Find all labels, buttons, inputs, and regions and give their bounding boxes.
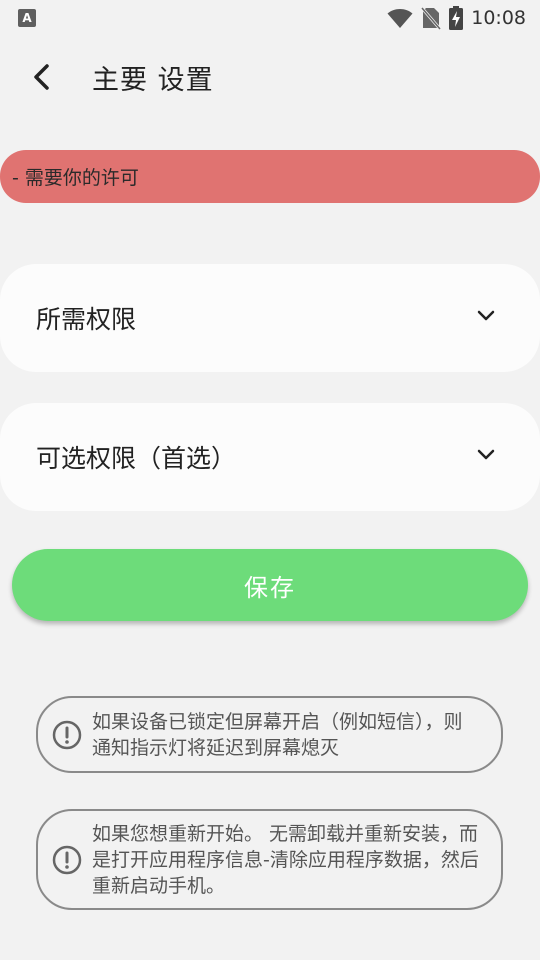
status-bar: A 10:08	[0, 0, 540, 36]
wifi-icon	[387, 9, 413, 28]
battery-charging-icon	[449, 6, 464, 30]
section-label: 可选权限（首选）	[36, 444, 237, 473]
permission-required-banner: - 需要你的许可	[0, 150, 540, 203]
back-arrow-icon[interactable]	[26, 60, 60, 94]
required-permissions-section[interactable]: 所需权限	[0, 264, 540, 372]
status-icons: 10:08	[387, 6, 526, 30]
no-sim-icon	[421, 7, 442, 30]
app-notification-icon: A	[18, 9, 36, 27]
alert-circle-icon	[52, 845, 82, 874]
clock: 10:08	[471, 7, 526, 29]
section-label: 所需权限	[36, 305, 137, 334]
optional-permissions-section[interactable]: 可选权限（首选）	[0, 403, 540, 511]
info-note-notification-delay: 如果设备已锁定但屏幕开启（例如短信），则通知指示灯将延迟到屏幕熄灭	[36, 696, 503, 773]
save-button[interactable]: 保存	[12, 549, 528, 621]
page-title: 主要 设置	[92, 65, 214, 96]
banner-text: - 需要你的许可	[12, 167, 139, 189]
info-note-reset-app: 如果您想重新开始。 无需卸载并重新安装，而是打开应用程序信息-清除应用程序数据，…	[36, 809, 503, 910]
chevron-down-icon	[477, 310, 495, 321]
chevron-down-icon	[477, 449, 495, 460]
info-text: 如果设备已锁定但屏幕开启（例如短信），则通知指示灯将延迟到屏幕熄灭	[92, 710, 463, 759]
alert-circle-icon	[52, 720, 82, 749]
app-bar: 主要 设置	[0, 48, 540, 110]
info-text: 如果您想重新开始。 无需卸载并重新安装，而是打开应用程序信息-清除应用程序数据，…	[92, 822, 479, 897]
